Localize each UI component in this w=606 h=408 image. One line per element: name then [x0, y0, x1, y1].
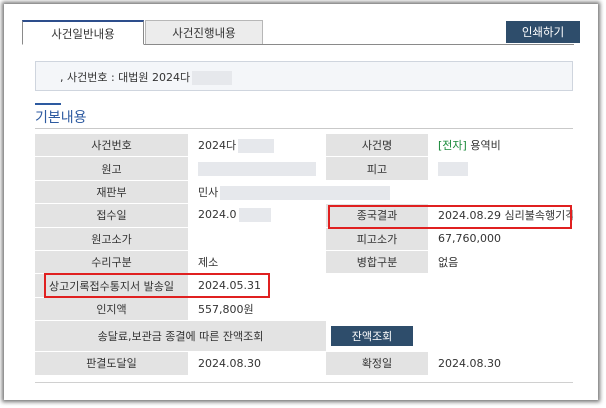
tab-case-general[interactable]: 사건일반내용 [22, 20, 144, 45]
balance-inquiry-button[interactable]: 잔액조회 [331, 326, 413, 347]
cell-label: 수리구분 [35, 250, 188, 275]
cell-label: 병합구분 [326, 250, 428, 275]
cell-value: 제소 [188, 250, 326, 275]
section-divider [35, 128, 573, 129]
cell-value [188, 156, 326, 181]
cell-label: 원고 [35, 156, 188, 181]
cell-value: 2024.08.30 [428, 351, 573, 376]
cell-value: 557,800원 [188, 297, 573, 322]
case-number-text: 사건번호 : 대법원 2024다 [67, 71, 191, 84]
section-title-bar [35, 103, 61, 105]
highlight-final-result [328, 205, 572, 229]
cell-value: 67,760,000 [428, 227, 573, 251]
cell-label: 피고 [326, 156, 428, 181]
table-row: 송달료,보관금 종결에 따른 잔액조회 잔액조회 [35, 320, 573, 353]
cell-label: 사건번호 [35, 134, 188, 158]
table-row: 재판부 민사 [35, 180, 573, 205]
cell-value [428, 156, 573, 181]
table-bottom-border [35, 382, 573, 383]
table-row: 수리구분 제소 병합구분 없음 [35, 250, 573, 275]
table-row: 인지액 557,800원 [35, 297, 573, 322]
cell-label: 사건명 [326, 134, 428, 158]
tab-case-progress[interactable]: 사건진행내용 [145, 20, 263, 44]
section-title: 기본내용 [35, 110, 87, 126]
cell-value: 민사 [188, 180, 573, 205]
tab-bar: 사건일반내용 사건진행내용 [22, 20, 574, 45]
cell-label: 확정일 [326, 351, 428, 376]
cell-value: 2024.0 [188, 203, 326, 228]
cell-label: 인지액 [35, 297, 188, 322]
case-number-box: , 사건번호 : 대법원 2024다 [35, 61, 573, 91]
print-button[interactable]: 인쇄하기 [506, 21, 580, 43]
cell-label: 판결도달일 [35, 351, 188, 376]
cell-label: 접수일 [35, 203, 188, 228]
redacted-block [192, 71, 233, 85]
balance-inquiry-label: 송달료,보관금 종결에 따른 잔액조회 [35, 320, 326, 353]
cell-value: 2024다 [188, 134, 326, 158]
cell-value: [전자] 용역비 [428, 134, 573, 158]
balance-inquiry-cell: 잔액조회 [326, 320, 573, 353]
table-row: 판결도달일 2024.08.30 확정일 2024.08.30 [35, 351, 573, 376]
case-number-label: , 사건번호 : 대법원 2024다 [60, 69, 233, 85]
table-row: 원고소가 피고소가 67,760,000 [35, 227, 573, 251]
cell-label: 원고소가 [35, 227, 188, 251]
cell-value: 없음 [428, 250, 573, 275]
table-row: 원고 피고 [35, 156, 573, 181]
bullet: , [60, 71, 67, 84]
table-row: 사건번호 2024다 사건명 [전자] 용역비 [35, 134, 573, 158]
cell-value: 2024.08.30 [188, 351, 326, 376]
cell-value [188, 227, 326, 251]
cell-label: 재판부 [35, 180, 188, 205]
electronic-tag: [전자] [438, 139, 467, 153]
cell-label: 피고소가 [326, 227, 428, 251]
case-info-table: 사건번호 2024다 사건명 [전자] 용역비 원고 피고 재판부 민사 접수일… [35, 134, 573, 376]
highlight-notice-date [44, 273, 270, 298]
